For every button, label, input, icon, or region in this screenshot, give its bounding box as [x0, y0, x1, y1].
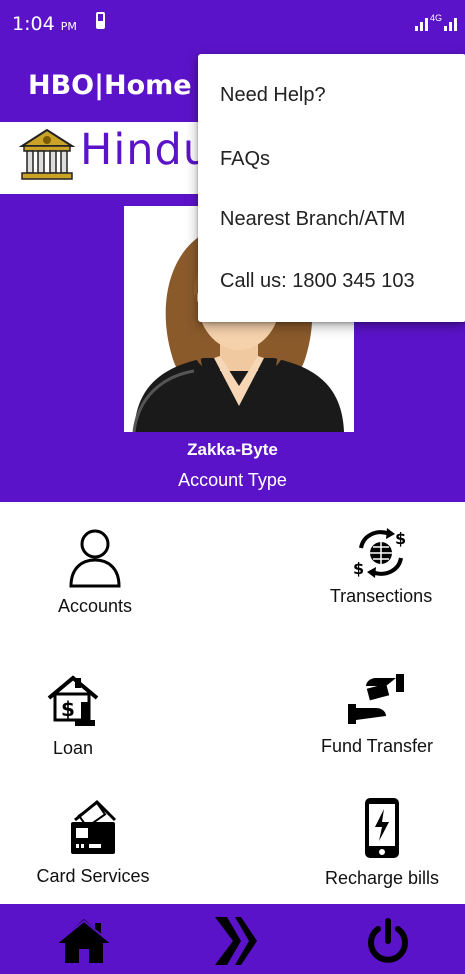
loan-button[interactable]: $ Loan — [0, 672, 168, 759]
bottom-navigation — [0, 904, 465, 974]
svg-text:$: $ — [395, 529, 406, 548]
transections-button[interactable]: $ $ Transections — [286, 528, 465, 607]
home-icon — [56, 919, 112, 963]
menu-item-nearest-branch[interactable]: Nearest Branch/ATM — [220, 208, 405, 231]
status-bar: 1:04 PM 4G — [0, 0, 465, 46]
account-type[interactable]: Account Type — [0, 470, 465, 491]
user-name: Zakka-Byte — [187, 440, 278, 459]
accounts-button[interactable]: Accounts — [0, 528, 190, 617]
battery-icon — [96, 12, 105, 29]
fund-transfer-button[interactable]: Fund Transfer — [282, 672, 465, 757]
menu-item-call-us[interactable]: Call us: 1800 345 103 — [220, 270, 415, 293]
card-services-label: Card Services — [36, 866, 150, 886]
home-button[interactable] — [54, 916, 114, 966]
loan-label: Loan — [52, 738, 94, 758]
logout-button[interactable] — [358, 916, 418, 966]
network-type: 4G — [429, 13, 442, 23]
user-icon — [69, 529, 121, 588]
power-icon — [368, 918, 408, 963]
mobile-recharge-icon — [365, 798, 399, 858]
fund-transfer-icon — [348, 674, 404, 724]
recharge-bills-button[interactable]: Recharge bills — [287, 796, 465, 889]
fund-transfer-label: Fund Transfer — [320, 736, 434, 756]
status-time-value: 1:04 — [12, 13, 55, 35]
signal-icon: 4G — [414, 13, 457, 31]
logo-button[interactable] — [206, 916, 266, 966]
accounts-label: Accounts — [57, 596, 133, 616]
svg-text:$: $ — [353, 559, 364, 578]
bank-icon — [18, 128, 76, 180]
card-services-button[interactable]: Card Services — [0, 800, 188, 887]
recharge-bills-label: Recharge bills — [324, 868, 440, 888]
loan-house-icon: $ — [47, 675, 99, 726]
currency-exchange-icon: $ $ — [353, 528, 406, 578]
menu-item-need-help[interactable]: Need Help? — [220, 84, 326, 107]
card-icon — [71, 800, 117, 854]
overflow-menu: Need Help? FAQs Nearest Branch/ATM Call … — [198, 54, 465, 322]
svg-text:$: $ — [61, 697, 75, 721]
menu-item-faqs[interactable]: FAQs — [220, 148, 270, 171]
status-time: 1:04 PM — [12, 13, 77, 35]
logo-icon — [215, 917, 257, 965]
transections-label: Transections — [329, 586, 433, 606]
page-title: HBO|Home — [28, 70, 192, 101]
status-ampm: PM — [60, 20, 77, 33]
